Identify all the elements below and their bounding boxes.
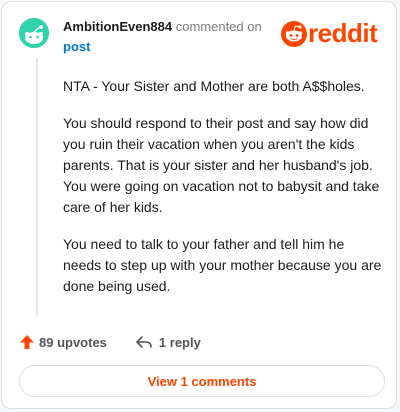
reddit-logo[interactable]: reddit	[281, 18, 387, 50]
reddit-snoo-icon	[281, 21, 307, 47]
comment-paragraph: You need to talk to your father and tell…	[63, 236, 382, 294]
comment-paragraph: NTA - Your Sister and Mother are both A$…	[63, 78, 365, 94]
reply-button[interactable]: 1 reply	[135, 334, 201, 350]
comment-meta: AmbitionEven884 commented on post	[63, 17, 273, 57]
reply-arrow-icon	[136, 336, 152, 348]
user-avatar[interactable]	[19, 18, 49, 48]
upvote-arrow-icon	[20, 335, 34, 349]
view-comments-button[interactable]: View 1 comments	[19, 365, 385, 397]
commented-on-label: commented on	[175, 19, 262, 34]
comment-actions: 89 upvotes 1 reply	[19, 332, 201, 352]
reddit-wordmark: reddit	[308, 18, 378, 48]
view-comments-label: View 1 comments	[147, 373, 257, 389]
comment-card: AmbitionEven884 commented on post reddit…	[1, 1, 397, 409]
post-link[interactable]: post	[63, 39, 90, 54]
reply-count: 1 reply	[158, 334, 201, 350]
username[interactable]: AmbitionEven884	[63, 19, 172, 34]
upvote-button[interactable]: 89 upvotes	[19, 334, 107, 350]
comment-paragraph: You should respond to their post and say…	[63, 115, 380, 215]
comment-body: NTA - Your Sister and Mother are both A$…	[63, 76, 383, 313]
snoo-avatar-icon	[19, 18, 49, 48]
upvote-count: 89 upvotes	[39, 334, 107, 350]
thread-line	[36, 58, 38, 316]
